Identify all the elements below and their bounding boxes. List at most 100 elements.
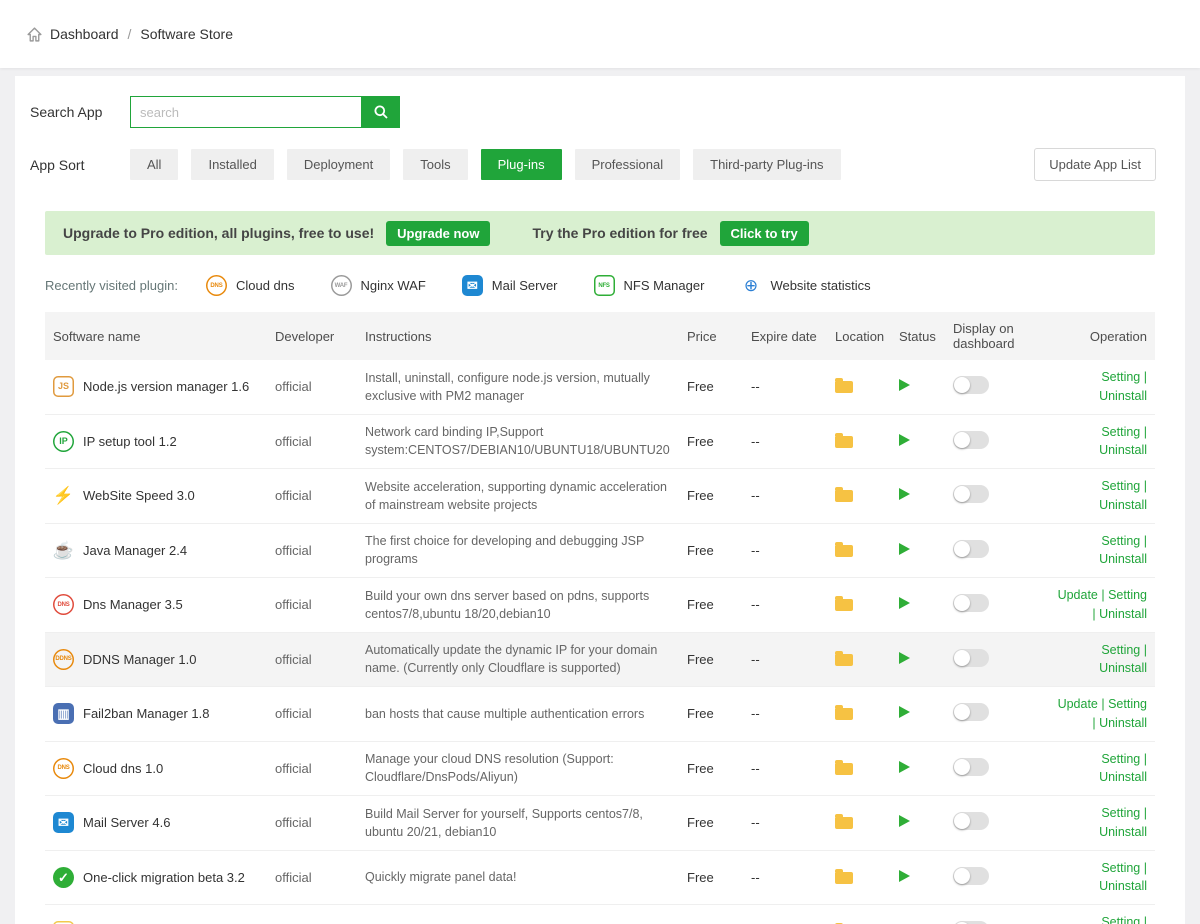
operation-cell: Setting | Uninstall	[1045, 469, 1155, 523]
folder-icon[interactable]	[835, 872, 853, 884]
folder-icon[interactable]	[835, 490, 853, 502]
running-status-icon	[899, 434, 910, 446]
folder-icon[interactable]	[835, 817, 853, 829]
dashboard-toggle[interactable]	[953, 758, 989, 776]
operation-uninstall-link[interactable]: Uninstall	[1099, 825, 1147, 839]
breadcrumb-dashboard[interactable]: Dashboard	[50, 26, 119, 42]
cloud-dns-icon: DNS	[206, 275, 227, 296]
operation-update-link[interactable]: Update	[1058, 697, 1098, 711]
sort-tab-installed[interactable]: Installed	[191, 149, 273, 180]
pro-banner: Upgrade to Pro edition, all plugins, fre…	[45, 211, 1155, 255]
upgrade-now-button[interactable]: Upgrade now	[386, 221, 490, 246]
sort-tab-third-party-plug-ins[interactable]: Third-party Plug-ins	[693, 149, 840, 180]
dashboard-toggle[interactable]	[953, 594, 989, 612]
dashboard-toggle[interactable]	[953, 376, 989, 394]
sort-tab-all[interactable]: All	[130, 149, 178, 180]
app-sort-label: App Sort	[30, 157, 130, 173]
recent-plugin-nginx-waf[interactable]: WAFNginx WAF	[331, 275, 426, 296]
expire-date-cell: --	[743, 862, 827, 893]
display-on-dashboard-cell	[945, 423, 1045, 460]
status-cell	[891, 807, 945, 838]
dashboard-toggle[interactable]	[953, 485, 989, 503]
expire-date-cell: --	[743, 589, 827, 620]
software-name-cell: JSNode.js version manager 1.6	[45, 368, 267, 405]
developer-cell: official	[267, 862, 357, 893]
operation-uninstall-link[interactable]: Uninstall	[1099, 389, 1147, 403]
sort-tab-deployment[interactable]: Deployment	[287, 149, 390, 180]
operation-uninstall-link[interactable]: Uninstall	[1099, 443, 1147, 457]
operation-setting-link[interactable]: Setting	[1101, 479, 1140, 493]
operation-setting-link[interactable]: Setting	[1101, 425, 1140, 439]
column-header-software-name: Software name	[45, 321, 267, 352]
operation-setting-link[interactable]: Setting	[1101, 806, 1140, 820]
status-cell	[891, 589, 945, 620]
migration-icon: ✓	[53, 867, 74, 888]
operation-uninstall-link[interactable]: Uninstall	[1099, 879, 1147, 893]
dashboard-toggle[interactable]	[953, 703, 989, 721]
sort-tab-plug-ins[interactable]: Plug-ins	[481, 149, 562, 180]
status-cell	[891, 698, 945, 729]
folder-icon[interactable]	[835, 381, 853, 393]
operation-setting-link[interactable]: Setting	[1101, 534, 1140, 548]
folder-icon[interactable]	[835, 763, 853, 775]
operation-uninstall-link[interactable]: Uninstall	[1099, 661, 1147, 675]
recent-plugins-row: Recently visited plugin: DNSCloud dnsWAF…	[45, 275, 1155, 296]
operation-setting-link[interactable]: Setting	[1101, 861, 1140, 875]
developer-cell: official	[267, 698, 357, 729]
operation-setting-link[interactable]: Setting	[1108, 588, 1147, 602]
operation-update-link[interactable]: Update	[1058, 588, 1098, 602]
operation-setting-link[interactable]: Setting	[1101, 370, 1140, 384]
operation-cell: Setting | Uninstall	[1045, 796, 1155, 850]
operation-uninstall-link[interactable]: Uninstall	[1099, 770, 1147, 784]
operation-uninstall-link[interactable]: Uninstall	[1099, 716, 1147, 730]
folder-icon[interactable]	[835, 708, 853, 720]
operation-setting-link[interactable]: Setting	[1101, 752, 1140, 766]
dashboard-toggle[interactable]	[953, 812, 989, 830]
banner-upgrade-text: Upgrade to Pro edition, all plugins, fre…	[63, 225, 374, 241]
operation-uninstall-link[interactable]: Uninstall	[1099, 552, 1147, 566]
instructions-cell: Manage your cloud DNS resolution (Suppor…	[357, 742, 679, 794]
status-cell	[891, 480, 945, 511]
dashboard-toggle[interactable]	[953, 431, 989, 449]
breadcrumb: Dashboard / Software Store	[0, 0, 1200, 68]
dashboard-toggle[interactable]	[953, 649, 989, 667]
dashboard-toggle[interactable]	[953, 540, 989, 558]
sort-tab-professional[interactable]: Professional	[575, 149, 681, 180]
status-cell	[891, 916, 945, 924]
operation-setting-link[interactable]: Setting	[1101, 915, 1140, 924]
home-icon[interactable]	[26, 26, 43, 43]
sort-tab-tools[interactable]: Tools	[403, 149, 467, 180]
operation-setting-link[interactable]: Setting	[1101, 643, 1140, 657]
update-app-list-button[interactable]: Update App List	[1034, 148, 1156, 181]
operation-setting-link[interactable]: Setting	[1108, 697, 1147, 711]
app-sort-tabs: All Installed Deployment Tools Plug-ins Profe…	[130, 149, 841, 180]
running-status-icon	[899, 706, 910, 718]
recent-plugin-cloud-dns[interactable]: DNSCloud dns	[206, 275, 295, 296]
folder-icon[interactable]	[835, 599, 853, 611]
folder-icon[interactable]	[835, 545, 853, 557]
search-box	[130, 96, 400, 128]
recent-plugin-mail-server[interactable]: ✉Mail Server	[462, 275, 558, 296]
folder-icon[interactable]	[835, 436, 853, 448]
running-status-icon	[899, 870, 910, 882]
price-cell: Free	[679, 807, 743, 838]
recent-plugin-nfs-manager[interactable]: NFSNFS Manager	[594, 275, 705, 296]
table-row: DNSCloud dns 1.0officialManage your clou…	[45, 742, 1155, 797]
running-status-icon	[899, 761, 910, 773]
dashboard-toggle[interactable]	[953, 867, 989, 885]
running-status-icon	[899, 815, 910, 827]
click-to-try-button[interactable]: Click to try	[720, 221, 809, 246]
price-cell: Free	[679, 426, 743, 457]
recent-plugin-label: Nginx WAF	[361, 278, 426, 293]
search-input[interactable]	[130, 96, 361, 128]
table-row: IPIP setup tool 1.2officialNetwork card …	[45, 415, 1155, 470]
software-name-cell: ✉Mail Server 4.6	[45, 804, 267, 841]
folder-icon[interactable]	[835, 654, 853, 666]
running-status-icon	[899, 543, 910, 555]
price-cell: Free	[679, 862, 743, 893]
search-button[interactable]	[361, 96, 400, 128]
developer-cell: official	[267, 535, 357, 566]
operation-uninstall-link[interactable]: Uninstall	[1099, 607, 1147, 621]
operation-uninstall-link[interactable]: Uninstall	[1099, 498, 1147, 512]
recent-plugin-website-statistics[interactable]: ⊕Website statistics	[740, 275, 870, 296]
